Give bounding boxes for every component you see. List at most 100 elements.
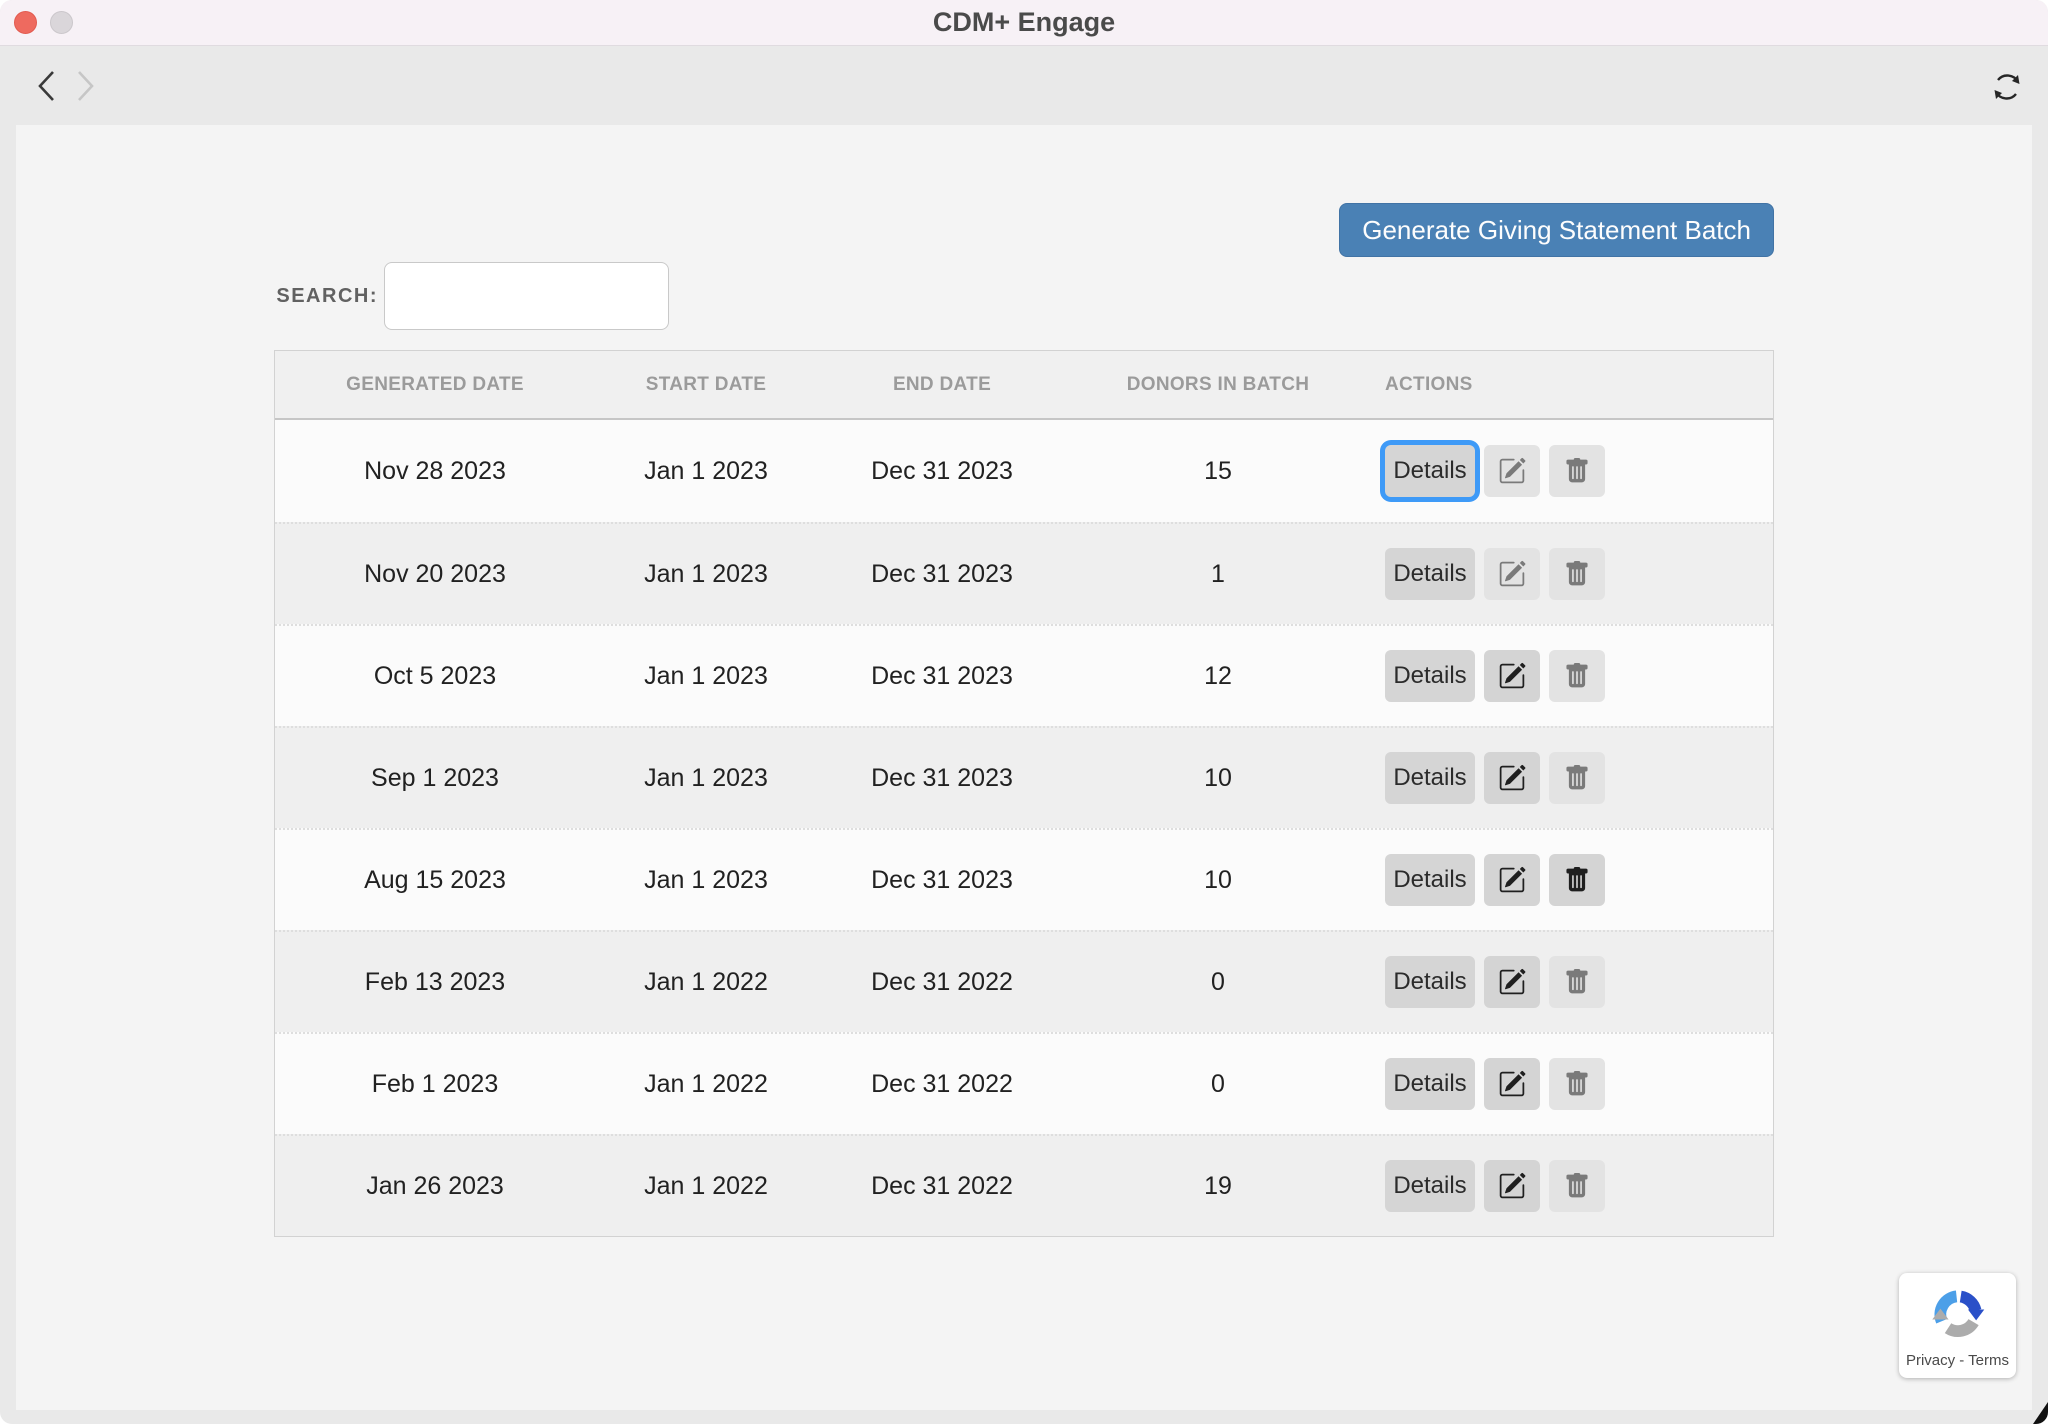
- recaptcha-privacy-terms-links[interactable]: Privacy - Terms: [1906, 1352, 2009, 1369]
- table-row: Sep 1 2023Jan 1 2023Dec 31 202310Details: [275, 726, 1773, 828]
- resize-cursor-artifact: [2033, 1402, 2048, 1424]
- details-button[interactable]: Details: [1385, 445, 1475, 497]
- edit-button[interactable]: [1484, 1160, 1540, 1212]
- recaptcha-badge[interactable]: Privacy - Terms: [1899, 1273, 2016, 1378]
- details-button[interactable]: Details: [1385, 854, 1475, 906]
- window-minimize-button[interactable]: [50, 11, 73, 34]
- traffic-lights: [14, 0, 73, 45]
- edit-icon: [1498, 866, 1526, 894]
- cell-donors-in-batch: 19: [1067, 1172, 1369, 1201]
- edit-button[interactable]: [1484, 445, 1540, 497]
- cell-end-date: Dec 31 2022: [817, 1070, 1067, 1099]
- search-input[interactable]: [384, 262, 669, 330]
- delete-button[interactable]: [1549, 548, 1605, 600]
- delete-button[interactable]: [1549, 445, 1605, 497]
- cell-start-date: Jan 1 2022: [595, 1172, 817, 1201]
- window-titlebar: CDM+ Engage: [0, 0, 2048, 46]
- chevron-right-icon: [79, 72, 92, 100]
- cell-end-date: Dec 31 2022: [817, 1172, 1067, 1201]
- details-button[interactable]: Details: [1385, 548, 1475, 600]
- back-button[interactable]: [32, 66, 62, 106]
- delete-button[interactable]: [1549, 1160, 1605, 1212]
- table-row: Nov 20 2023Jan 1 2023Dec 31 20231Details: [275, 522, 1773, 624]
- edit-icon: [1498, 1070, 1526, 1098]
- details-button[interactable]: Details: [1385, 650, 1475, 702]
- delete-button[interactable]: [1549, 650, 1605, 702]
- navigation-toolbar: [0, 46, 2048, 126]
- column-header-end-date: END DATE: [817, 374, 1067, 396]
- cell-start-date: Jan 1 2022: [595, 968, 817, 997]
- edit-button[interactable]: [1484, 752, 1540, 804]
- edit-icon: [1498, 662, 1526, 690]
- cell-end-date: Dec 31 2023: [817, 560, 1067, 589]
- trash-icon: [1564, 663, 1590, 689]
- cell-end-date: Dec 31 2023: [817, 866, 1067, 895]
- trash-icon: [1564, 1173, 1590, 1199]
- cell-actions: Details: [1369, 752, 1771, 804]
- table-row: Jan 26 2023Jan 1 2022Dec 31 202219 Detail…: [275, 1134, 1773, 1236]
- edit-button[interactable]: [1484, 956, 1540, 1008]
- edit-button[interactable]: [1484, 1058, 1540, 1110]
- cell-generated-date: Nov 20 2023: [275, 560, 595, 589]
- trash-icon: [1564, 1071, 1590, 1097]
- cell-start-date: Jan 1 2023: [595, 866, 817, 895]
- cell-donors-in-batch: 0: [1067, 1070, 1369, 1099]
- details-button[interactable]: Details: [1385, 752, 1475, 804]
- app-window: CDM+ Engage Generate Giving Statement Ba…: [0, 0, 2048, 1424]
- edit-icon: [1498, 560, 1526, 588]
- details-button[interactable]: Details: [1385, 1160, 1475, 1212]
- generate-giving-statement-batch-button[interactable]: Generate Giving Statement Batch: [1339, 203, 1774, 257]
- search-label: SEARCH:: [274, 285, 378, 308]
- cell-donors-in-batch: 10: [1067, 764, 1369, 793]
- delete-button[interactable]: [1549, 1058, 1605, 1110]
- edit-icon: [1498, 457, 1526, 485]
- cell-donors-in-batch: 0: [1067, 968, 1369, 997]
- edit-icon: [1498, 764, 1526, 792]
- edit-icon: [1498, 968, 1526, 996]
- cell-start-date: Jan 1 2022: [595, 1070, 817, 1099]
- details-button[interactable]: Details: [1385, 1058, 1475, 1110]
- details-button[interactable]: Details: [1385, 956, 1475, 1008]
- delete-button[interactable]: [1549, 854, 1605, 906]
- column-header-actions: ACTIONS: [1369, 374, 1771, 396]
- trash-icon: [1564, 765, 1590, 791]
- recaptcha-icon: [1929, 1285, 1987, 1343]
- window-title: CDM+ Engage: [933, 7, 1115, 38]
- forward-button[interactable]: [70, 66, 100, 106]
- cell-end-date: Dec 31 2023: [817, 662, 1067, 691]
- edit-button[interactable]: [1484, 650, 1540, 702]
- edit-button[interactable]: [1484, 548, 1540, 600]
- cell-donors-in-batch: 15: [1067, 457, 1369, 486]
- refresh-button[interactable]: [1988, 68, 2026, 106]
- cell-generated-date: Oct 5 2023: [275, 662, 595, 691]
- edit-button[interactable]: [1484, 854, 1540, 906]
- delete-button[interactable]: [1549, 752, 1605, 804]
- cell-generated-date: Jan 26 2023: [275, 1172, 595, 1201]
- cell-generated-date: Feb 13 2023: [275, 968, 595, 997]
- chevron-left-icon: [40, 72, 53, 100]
- table-body: Nov 28 2023Jan 1 2023Dec 31 202315Detail…: [275, 420, 1773, 1236]
- cell-donors-in-batch: 12: [1067, 662, 1369, 691]
- table-row: Feb 1 2023Jan 1 2022Dec 31 20220 Details: [275, 1032, 1773, 1134]
- cell-generated-date: Nov 28 2023: [275, 457, 595, 486]
- trash-icon: [1564, 561, 1590, 587]
- cell-end-date: Dec 31 2023: [817, 457, 1067, 486]
- cell-actions: Details: [1369, 1160, 1771, 1212]
- giving-statement-batches-table: GENERATED DATE START DATE END DATE DONOR…: [274, 350, 1774, 1237]
- cell-actions: Details: [1369, 548, 1771, 600]
- window-close-button[interactable]: [14, 11, 37, 34]
- cell-donors-in-batch: 1: [1067, 560, 1369, 589]
- cell-generated-date: Feb 1 2023: [275, 1070, 595, 1099]
- content-panel: Generate Giving Statement Batch SEARCH: …: [16, 125, 2032, 1410]
- cell-end-date: Dec 31 2023: [817, 764, 1067, 793]
- cell-actions: Details: [1369, 854, 1771, 906]
- trash-icon: [1564, 969, 1590, 995]
- cell-generated-date: Sep 1 2023: [275, 764, 595, 793]
- table-row: Aug 15 2023Jan 1 2023Dec 31 202310Detail…: [275, 828, 1773, 930]
- column-header-start-date: START DATE: [595, 374, 817, 396]
- cell-start-date: Jan 1 2023: [595, 457, 817, 486]
- trash-icon: [1564, 867, 1590, 893]
- table-row: Nov 28 2023Jan 1 2023Dec 31 202315 Detail…: [275, 420, 1773, 522]
- table-header-row: GENERATED DATE START DATE END DATE DONOR…: [275, 351, 1773, 420]
- delete-button[interactable]: [1549, 956, 1605, 1008]
